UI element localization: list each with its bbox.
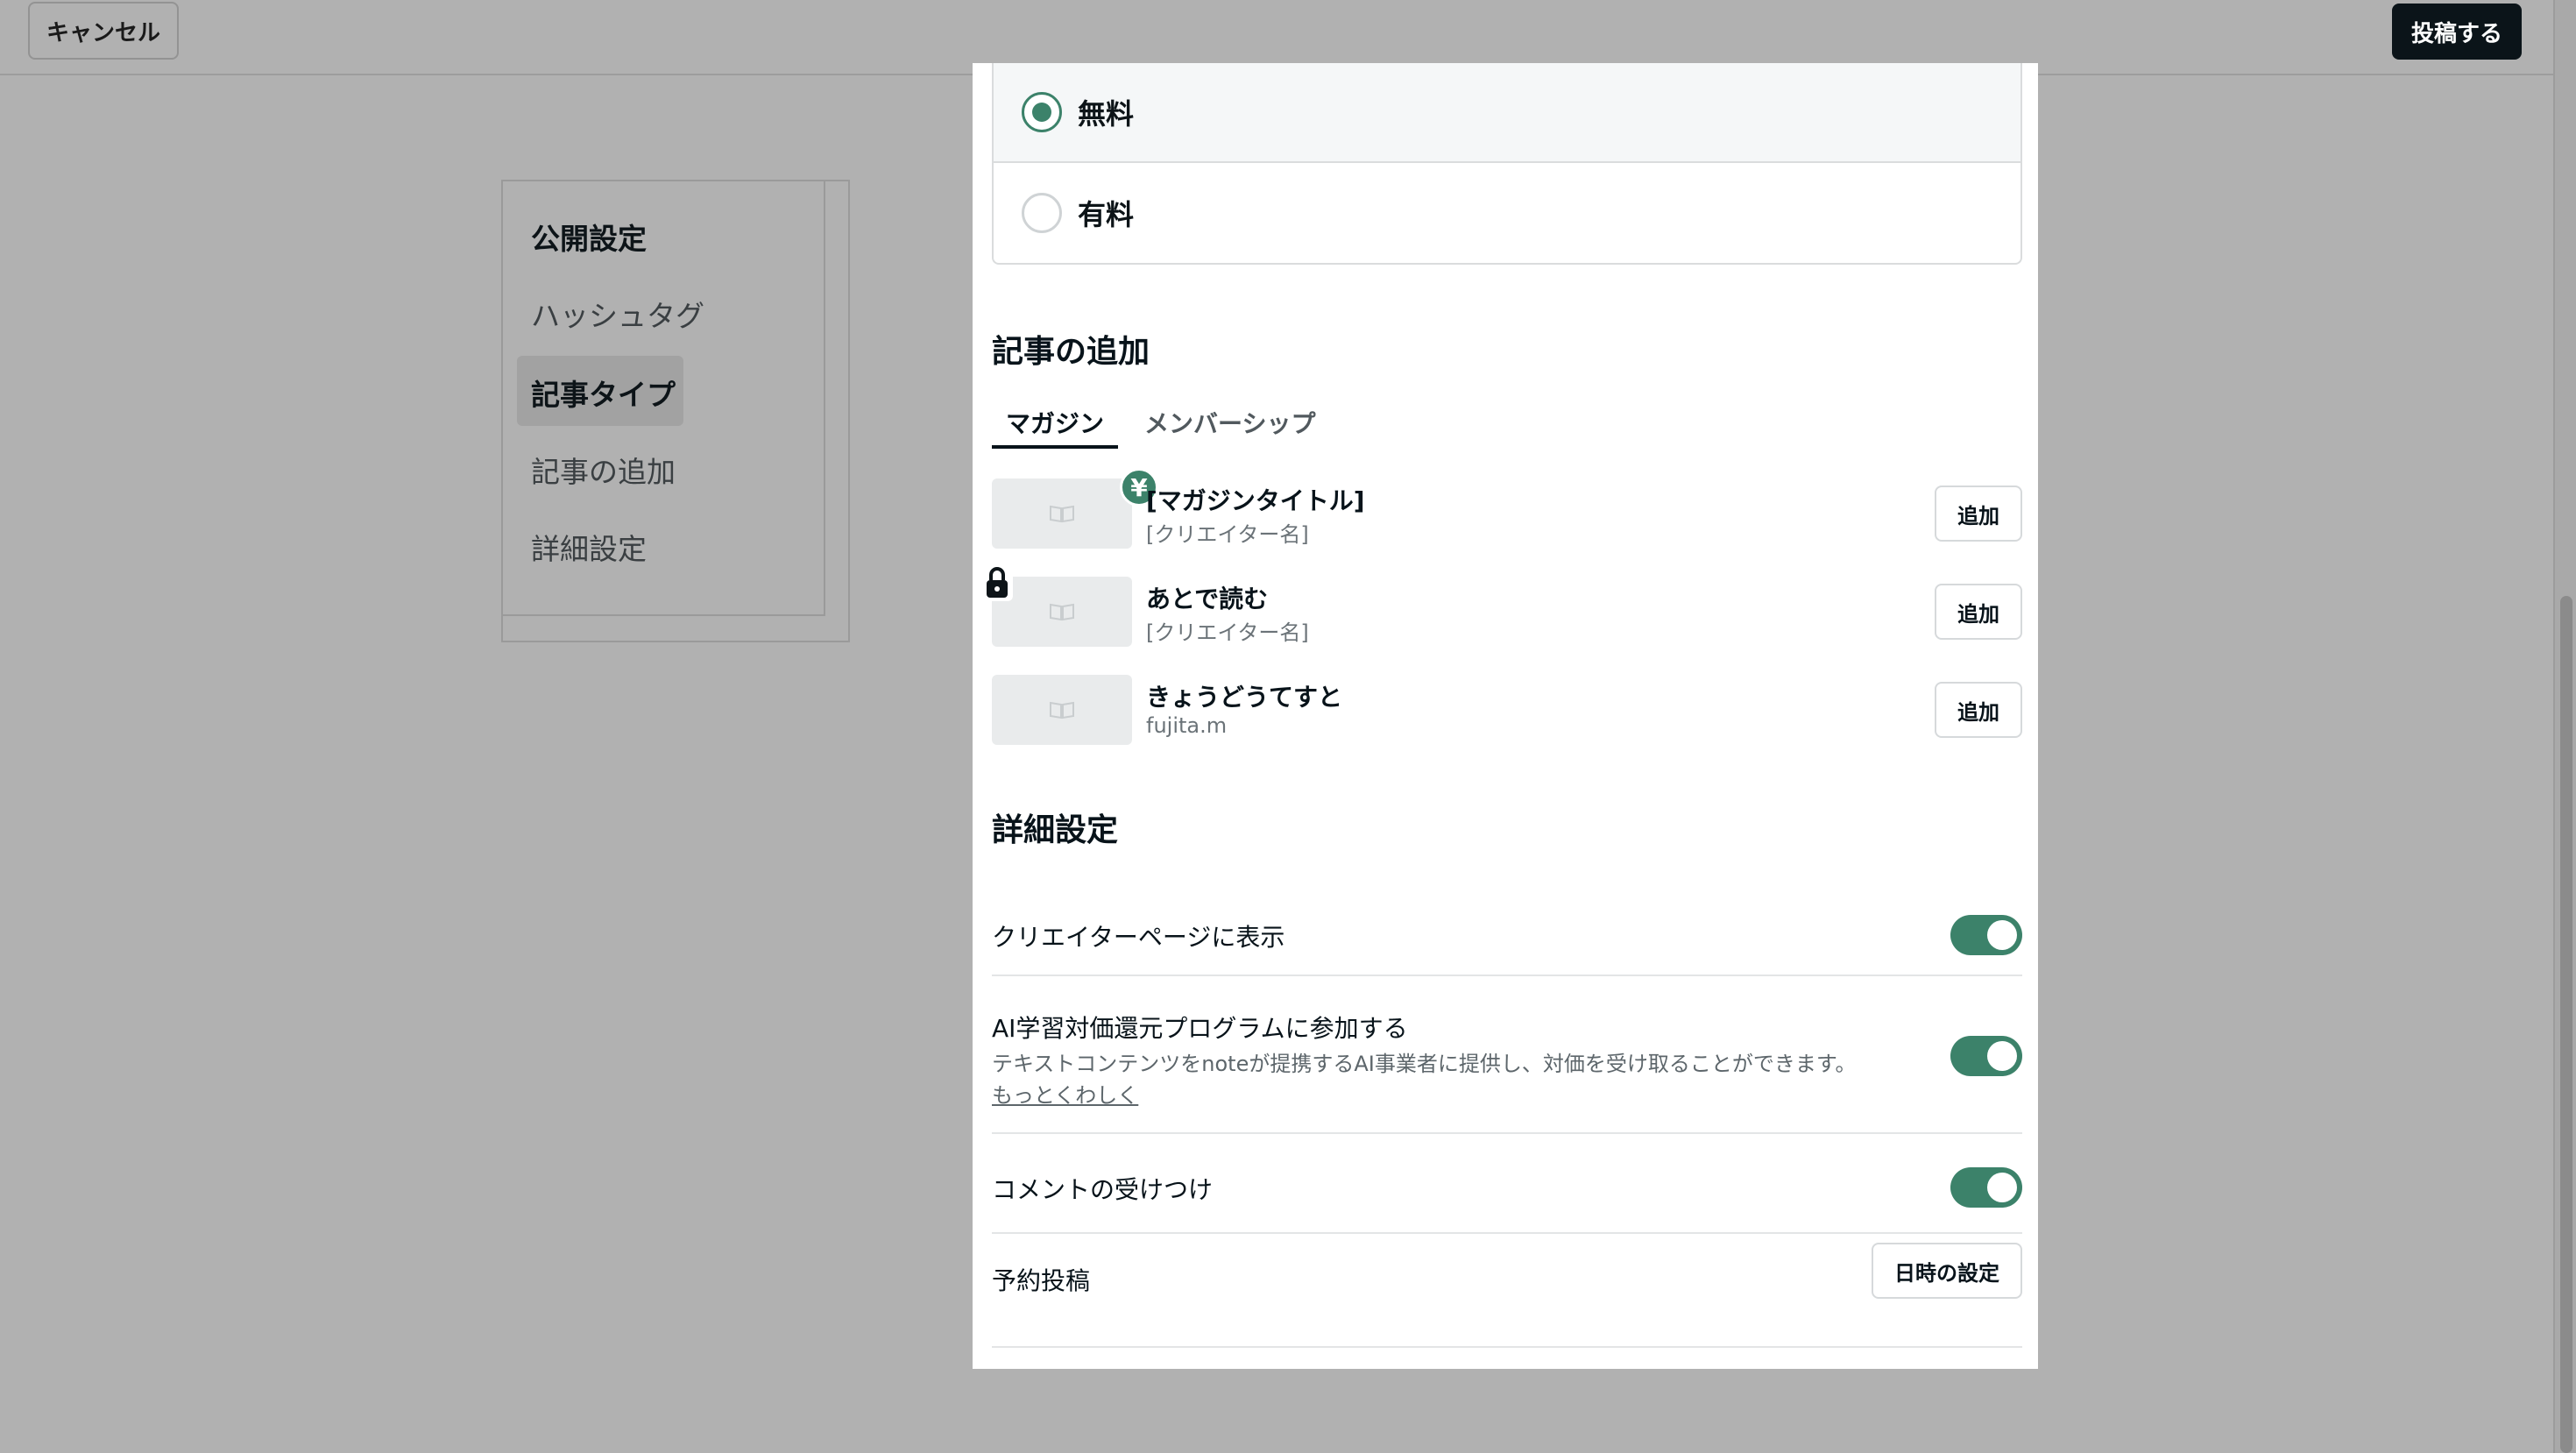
- magazine-creator: [クリエイター名]: [1146, 620, 1309, 645]
- radio-option-paid[interactable]: 有料: [994, 163, 2020, 263]
- setting-label: AI学習対価還元プログラムに参加する: [992, 1014, 1408, 1043]
- setting-label: クリエイターページに表示: [992, 923, 1285, 952]
- magazine-item: あとで読む [クリエイター名] 追加: [981, 564, 2022, 647]
- scrollbar-thumb[interactable]: [2560, 596, 2572, 1453]
- tab-magazine[interactable]: マガジン: [1006, 405, 1104, 440]
- publish-button[interactable]: 投稿する: [2392, 4, 2522, 60]
- radio-button-unselected[interactable]: [1022, 193, 1062, 233]
- lock-icon: [981, 564, 1013, 601]
- magazine-item: きょうどうてすと fujita.m 追加: [992, 675, 2022, 745]
- magazine-title: きょうどうてすと: [1146, 683, 1343, 712]
- radio-button-selected[interactable]: [1022, 92, 1062, 132]
- comments-toggle[interactable]: [1950, 1167, 2022, 1208]
- radio-label-paid: 有料: [1078, 198, 1135, 231]
- book-icon: [1050, 603, 1074, 621]
- setting-description: テキストコンテンツをnoteが提携するAI事業者に提供し、対価を受け取ることがで…: [992, 1052, 1857, 1076]
- radio-option-free[interactable]: 無料: [994, 63, 2020, 163]
- setting-creator-page: クリエイターページに表示: [992, 896, 2022, 976]
- nav-item-publish-settings[interactable]: 公開設定: [531, 216, 647, 258]
- setting-comments: コメントの受けつけ: [992, 1134, 2022, 1234]
- add-to-magazine-button[interactable]: 追加: [1935, 682, 2022, 738]
- magazine-thumbnail: [992, 577, 1132, 647]
- nav-item-article-type[interactable]: 記事タイプ: [531, 372, 676, 414]
- add-article-heading: 記事の追加: [992, 334, 1150, 370]
- cancel-button[interactable]: キャンセル: [28, 2, 179, 60]
- setting-label: コメントの受けつけ: [992, 1175, 1214, 1204]
- active-tab-indicator: [992, 445, 1118, 449]
- add-to-magazine-button[interactable]: 追加: [1935, 584, 2022, 640]
- setting-ai-program: AI学習対価還元プログラムに参加する テキストコンテンツをnoteが提携するAI…: [992, 976, 2022, 1134]
- magazine-thumbnail: [992, 675, 1132, 745]
- add-to-magazine-button[interactable]: 追加: [1935, 486, 2022, 542]
- set-datetime-button[interactable]: 日時の設定: [1872, 1243, 2022, 1299]
- publish-settings-modal: 無料 有料 記事の追加 マガジン メンバーシップ ¥ [マガジンタイトル] [ク…: [973, 63, 2038, 1369]
- magazine-title: [マガジンタイトル]: [1146, 486, 1365, 515]
- learn-more-link[interactable]: もっとくわしく: [992, 1078, 1138, 1109]
- ai-program-toggle[interactable]: [1950, 1036, 2022, 1076]
- creator-page-toggle[interactable]: [1950, 915, 2022, 955]
- nav-item-details[interactable]: 詳細設定: [531, 526, 647, 568]
- article-type-radio-group: 無料 有料: [992, 63, 2022, 265]
- radio-label-free: 無料: [1078, 97, 1135, 131]
- scrollbar[interactable]: [2553, 0, 2576, 1453]
- magazine-item: ¥ [マガジンタイトル] [クリエイター名] 追加: [992, 468, 2022, 549]
- book-icon: [1050, 505, 1074, 523]
- magazine-thumbnail: [992, 478, 1132, 549]
- setting-label: 予約投稿: [992, 1266, 1091, 1295]
- tab-membership[interactable]: メンバーシップ: [1144, 405, 1315, 440]
- nav-item-hashtags[interactable]: ハッシュタグ: [531, 293, 704, 335]
- magazine-title: あとで読む: [1146, 585, 1269, 613]
- magazine-creator: fujita.m: [1146, 713, 1228, 738]
- nav-item-add-article[interactable]: 記事の追加: [531, 449, 676, 491]
- setting-scheduled-post: 予約投稿 日時の設定: [992, 1234, 2022, 1348]
- book-icon: [1050, 701, 1074, 719]
- details-heading: 詳細設定: [992, 812, 1119, 848]
- magazine-creator: [クリエイター名]: [1146, 522, 1309, 547]
